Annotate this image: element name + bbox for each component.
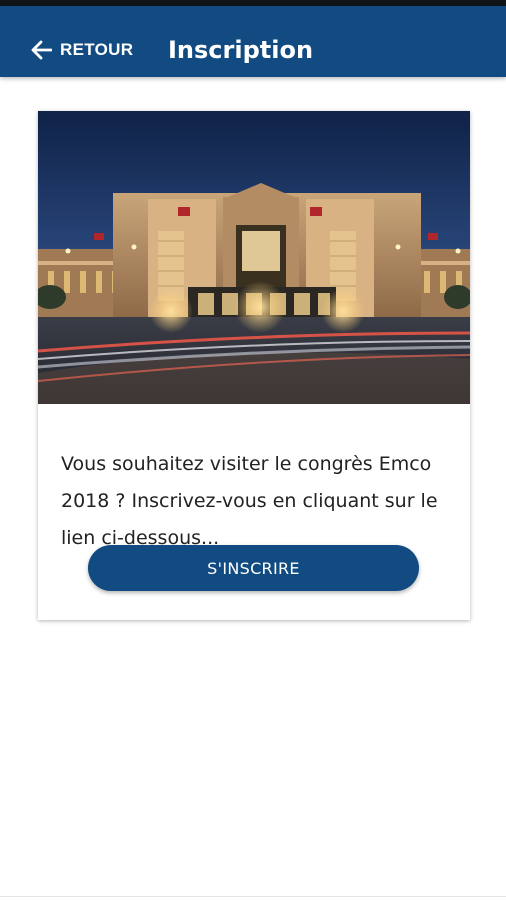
back-label: RETOUR — [60, 40, 134, 59]
page-title: Inscription — [168, 36, 314, 64]
bottom-divider — [0, 896, 506, 897]
arrow-left-icon — [30, 40, 52, 60]
congress-venue-photo — [38, 111, 470, 404]
app-bar: RETOUR Inscription — [0, 6, 506, 77]
back-button[interactable]: RETOUR — [30, 37, 133, 63]
register-button[interactable]: S'INSCRIRE — [88, 545, 419, 591]
registration-card: Vous souhaitez visiter le congrès Emco 2… — [38, 111, 470, 620]
registration-description: Vous souhaitez visiter le congrès Emco 2… — [61, 453, 438, 549]
